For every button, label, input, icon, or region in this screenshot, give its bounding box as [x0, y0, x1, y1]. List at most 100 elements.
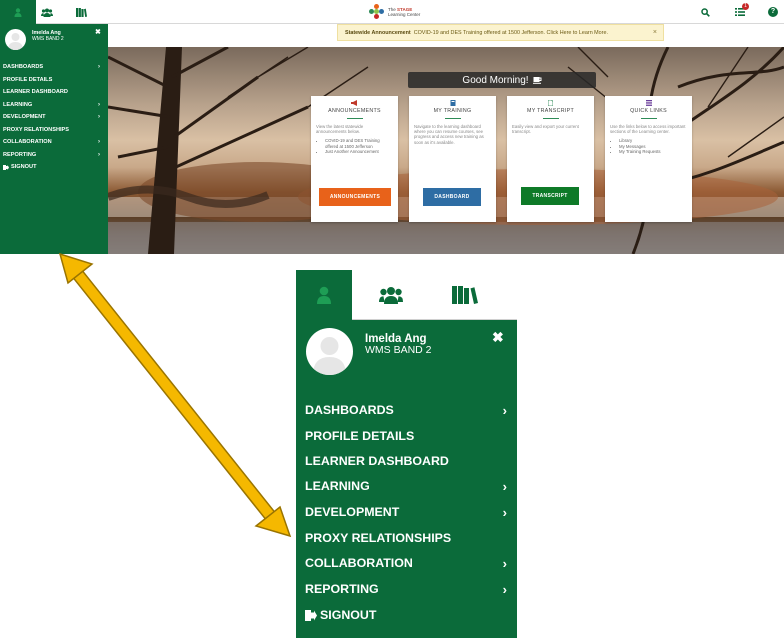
- sidebar-item-collaboration[interactable]: COLLABORATION ›: [305, 553, 510, 573]
- top-navbar: The STAGE Learning Center 1 ?: [0, 0, 784, 24]
- tab-profile[interactable]: [0, 0, 36, 24]
- chevron-right-icon: ›: [502, 581, 507, 597]
- help-icon: ?: [768, 7, 778, 17]
- chevron-right-icon: ›: [98, 114, 100, 120]
- card-title: MY TRAINING: [433, 108, 472, 114]
- tab-library[interactable]: [70, 0, 92, 24]
- sidebar-item-label: COLLABORATION: [3, 139, 52, 145]
- sidebar-item-signout[interactable]: SIGNOUT: [305, 605, 510, 625]
- users-group-icon: [379, 287, 403, 304]
- list-item[interactable]: Just Another Announcement: [325, 149, 394, 154]
- chevron-right-icon: ›: [98, 102, 100, 108]
- sidebar-item-proxy-relationships[interactable]: PROXY RELATIONSHIPS: [305, 528, 510, 548]
- list-icon: [645, 100, 652, 106]
- sidebar-item-learning[interactable]: LEARNING ›: [3, 100, 103, 110]
- avatar[interactable]: [306, 328, 353, 375]
- card-divider: [346, 118, 363, 119]
- search-icon: [700, 7, 710, 17]
- sidebar-item-label: LEARNER DASHBOARD: [3, 89, 68, 95]
- coffee-icon: [532, 77, 542, 84]
- card-title: ANNOUNCEMENTS: [328, 108, 381, 114]
- sidebar-item-signout[interactable]: SIGNOUT: [3, 162, 103, 172]
- sidebar-item-learner-dashboard[interactable]: LEARNER DASHBOARD: [3, 87, 103, 97]
- avatar-placeholder-icon: [313, 337, 346, 375]
- zoomed-sidebar-menu: Imelda Ang WMS BAND 2 ✖ DASHBOARDS › PROF…: [296, 320, 517, 638]
- sidebar-item-reporting[interactable]: REPORTING ›: [3, 150, 103, 160]
- user-icon: [317, 286, 331, 304]
- tab-profile[interactable]: [296, 270, 352, 320]
- user-band: WMS BAND 2: [365, 344, 432, 356]
- sidebar-item-label: COLLABORATION: [305, 556, 413, 570]
- sidebar-item-label: LEARNING: [3, 102, 33, 108]
- sidebar-menu: Imelda Ang WMS BAND 2 ✖ DASHBOARDS › PROF…: [0, 24, 108, 254]
- sidebar-item-development[interactable]: DEVELOPMENT ›: [3, 112, 103, 122]
- sidebar-item-dashboards[interactable]: DASHBOARDS ›: [305, 400, 510, 420]
- card-description: Navigate to the learning dashboard where…: [414, 124, 484, 145]
- announcement-list: COVID-19 and DES Training offered at 150…: [311, 138, 398, 154]
- notifications-button[interactable]: 1: [731, 0, 749, 24]
- transcript-button[interactable]: TRANSCRIPT: [521, 187, 579, 205]
- sidebar-item-learning[interactable]: LEARNING ›: [305, 476, 510, 496]
- help-button[interactable]: ?: [765, 0, 781, 24]
- chevron-right-icon: ›: [502, 555, 507, 571]
- chevron-right-icon: ›: [98, 64, 100, 70]
- sidebar-item-profile-details[interactable]: PROFILE DETAILS: [305, 426, 510, 446]
- users-group-icon: [41, 8, 53, 17]
- statewide-announcement[interactable]: Statewide Announcement COVID-19 and DES …: [337, 24, 664, 41]
- sidebar-item-label: DASHBOARDS: [3, 64, 44, 70]
- sidebar-item-label: PROXY RELATIONSHIPS: [305, 531, 452, 545]
- announcements-card: ANNOUNCEMENTS View the latest statewide …: [311, 96, 398, 222]
- signout-icon: [305, 609, 317, 621]
- document-icon: [548, 100, 553, 106]
- user-band: WMS BAND 2: [32, 36, 64, 42]
- sidebar-item-label: SIGNOUT: [320, 608, 377, 622]
- dashboard-button[interactable]: DASHBOARD: [423, 188, 481, 206]
- logo-mark-icon: [369, 4, 385, 20]
- sidebar-item-label: REPORTING: [305, 582, 379, 596]
- quick-links-list: Library My Messages My Training Requests: [605, 138, 692, 154]
- card-description: Use the links below to access important …: [610, 124, 686, 135]
- chevron-right-icon: ›: [98, 152, 100, 158]
- announcements-button[interactable]: ANNOUNCEMENTS: [319, 188, 391, 206]
- sidebar-item-label: DEVELOPMENT: [305, 505, 400, 519]
- sidebar-item-dashboards[interactable]: DASHBOARDS ›: [3, 62, 103, 72]
- notification-badge: 1: [742, 3, 749, 10]
- quick-link-training-requests[interactable]: My Training Requests: [619, 149, 688, 154]
- sidebar-item-profile-details[interactable]: PROFILE DETAILS: [3, 75, 103, 85]
- arrow-shape: [58, 252, 292, 538]
- books-icon: [452, 286, 478, 304]
- announcement-close-icon[interactable]: ×: [653, 29, 657, 36]
- tab-teams[interactable]: [36, 0, 58, 24]
- sidebar-item-learner-dashboard[interactable]: LEARNER DASHBOARD: [305, 451, 510, 471]
- tab-library[interactable]: [446, 270, 484, 320]
- sidebar-item-label: SIGNOUT: [11, 164, 37, 170]
- card-description: View the latest statewide announcements …: [316, 124, 364, 135]
- announcement-label: Statewide Announcement: [345, 29, 411, 36]
- logo-text: The STAGE Learning Center: [388, 7, 421, 17]
- chevron-right-icon: ›: [502, 504, 507, 520]
- list-item[interactable]: COVID-19 and DES Training offered at 150…: [325, 138, 394, 148]
- my-training-card: MY TRAINING Navigate to the learning das…: [409, 96, 496, 222]
- card-divider: [640, 118, 657, 119]
- sidebar-item-proxy-relationships[interactable]: PROXY RELATIONSHIPS: [3, 125, 103, 135]
- tab-teams[interactable]: [374, 270, 408, 320]
- sidebar-item-reporting[interactable]: REPORTING ›: [305, 579, 510, 599]
- card-title: QUICK LINKS: [630, 108, 667, 114]
- sidebar-item-label: DEVELOPMENT: [3, 114, 46, 120]
- announcement-text: COVID-19 and DES Training offered at 150…: [413, 29, 608, 36]
- stage-logo[interactable]: The STAGE Learning Center: [369, 3, 420, 21]
- sidebar-item-label: PROFILE DETAILS: [3, 77, 53, 83]
- my-transcript-card: MY TRANSCRIPT Easily view and export you…: [507, 96, 594, 222]
- chevron-right-icon: ›: [502, 478, 507, 494]
- avatar-placeholder-icon: [8, 33, 23, 50]
- sidebar-item-collaboration[interactable]: COLLABORATION ›: [3, 137, 103, 147]
- signout-icon: [3, 164, 9, 170]
- sidebar-item-label: DASHBOARDS: [305, 403, 394, 417]
- search-button[interactable]: [697, 0, 713, 24]
- sidebar-item-development[interactable]: DEVELOPMENT ›: [305, 502, 510, 522]
- avatar[interactable]: [5, 29, 26, 50]
- close-icon[interactable]: ✖: [492, 329, 504, 346]
- close-icon[interactable]: ✖: [95, 28, 101, 36]
- sidebar-item-label: PROXY RELATIONSHIPS: [3, 127, 69, 133]
- book-icon: [450, 100, 455, 106]
